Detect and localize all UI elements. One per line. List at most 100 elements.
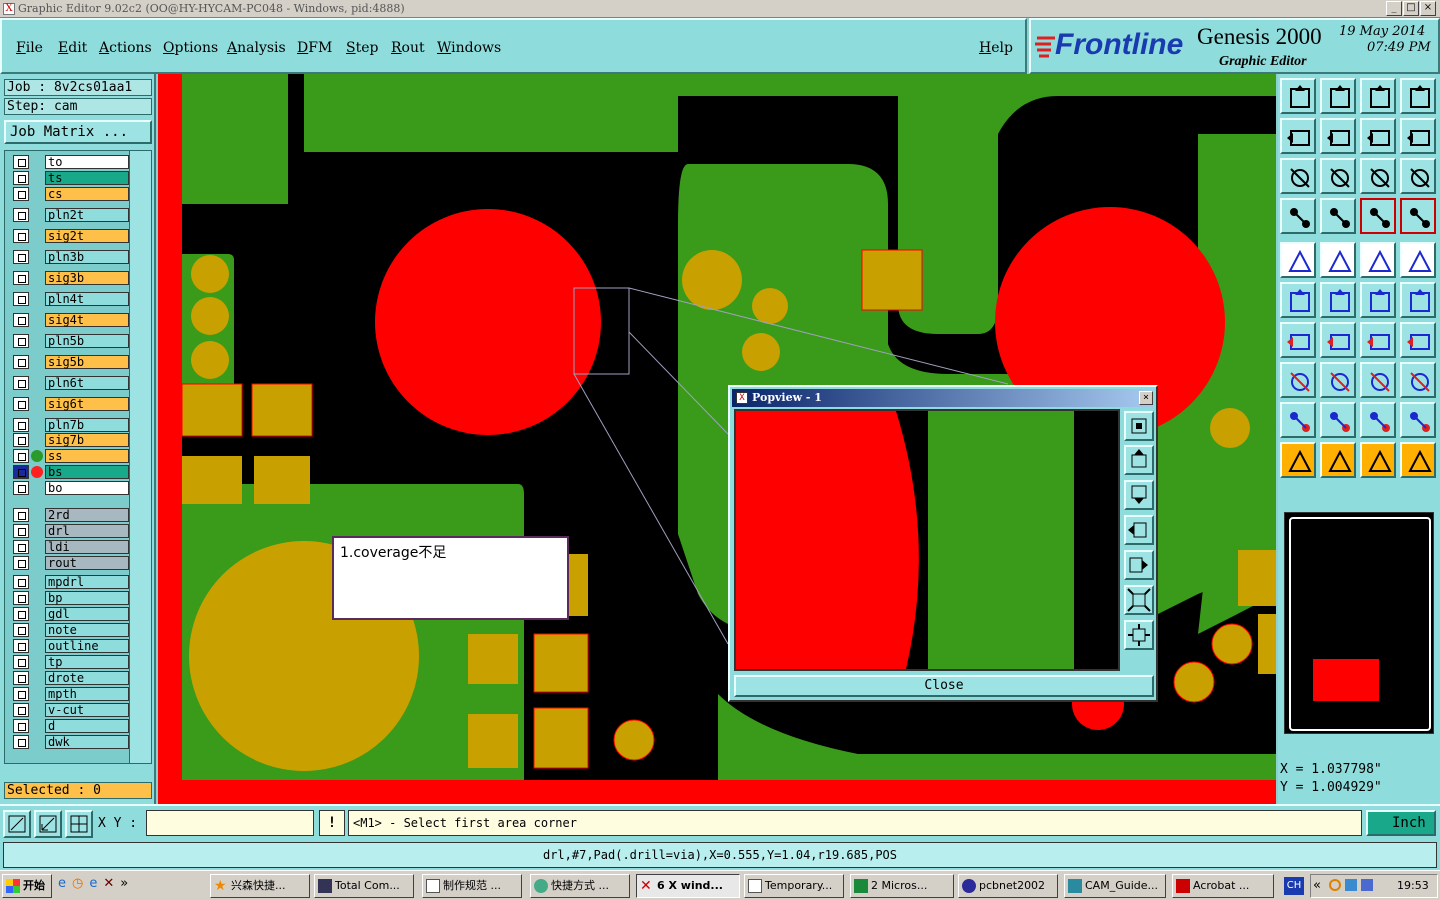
browser-icon[interactable]: e (89, 876, 103, 891)
layer-name[interactable]: ldi (45, 540, 129, 554)
layer-row-note[interactable]: note (13, 623, 129, 637)
layer-checkbox[interactable] (13, 735, 29, 749)
layer-checkbox[interactable] (13, 607, 29, 621)
layer-row-2rd[interactable]: 2rd (13, 508, 129, 522)
layer-row-pln6t[interactable]: pln6t (13, 376, 129, 390)
tool-pointer-button[interactable] (1280, 442, 1316, 478)
layer-checkbox[interactable] (13, 524, 29, 538)
layer-name[interactable]: sig2t (45, 229, 129, 243)
task-total-commander[interactable]: Total Com... (314, 874, 414, 898)
layer-list-scrollbar[interactable] (129, 151, 151, 763)
minimize-button[interactable]: _ (1386, 1, 1402, 16)
layer-checkbox[interactable] (13, 540, 29, 554)
layer-name[interactable]: bp (45, 591, 129, 605)
tool-page-left-button[interactable] (1280, 118, 1316, 154)
tool-snap-point-button[interactable] (1280, 362, 1316, 398)
menu-rout[interactable]: Rout (391, 40, 425, 56)
unit-selector[interactable]: Inch (1366, 810, 1436, 836)
tool-angle-button[interactable] (1280, 322, 1316, 358)
layer-row-gdl[interactable]: gdl (13, 607, 129, 621)
layer-name[interactable]: sig4t (45, 313, 129, 327)
tool-home-button[interactable] (1360, 78, 1396, 114)
task-xingsen[interactable]: ★ 兴森快捷... (210, 874, 310, 898)
layer-name[interactable]: bs (45, 465, 129, 479)
tray-monitor-icon[interactable] (1361, 879, 1373, 891)
tool-add-surface-button[interactable] (1400, 242, 1436, 278)
layer-checkbox[interactable] (13, 418, 29, 432)
layer-row-bo[interactable]: bo (13, 481, 129, 495)
popview-close-icon[interactable]: × (1139, 391, 1153, 405)
layer-row-sig4t[interactable]: sig4t (13, 313, 129, 327)
menu-step[interactable]: Step (346, 40, 378, 56)
layer-checkbox[interactable] (13, 229, 29, 243)
layer-name[interactable]: sig6t (45, 397, 129, 411)
tool-triangle-edit-button[interactable] (1360, 402, 1396, 438)
popview-pan-up-button[interactable] (1124, 445, 1154, 475)
tool-copy-button[interactable] (1400, 362, 1436, 398)
tool-query-button[interactable] (1400, 158, 1436, 194)
layer-row-ts[interactable]: ts (13, 171, 129, 185)
layer-checkbox[interactable] (13, 655, 29, 669)
maximize-button[interactable]: □ (1403, 1, 1419, 16)
tool-window-split-button[interactable] (1400, 78, 1436, 114)
menu-edit[interactable]: Edit (58, 40, 87, 56)
start-button[interactable]: 开始 (2, 874, 52, 898)
layer-checkbox[interactable] (13, 687, 29, 701)
close-window-button[interactable]: × (1420, 1, 1436, 16)
layer-checkbox[interactable] (13, 465, 29, 479)
layer-row-tp[interactable]: tp (13, 655, 129, 669)
layer-checkbox[interactable] (13, 313, 29, 327)
job-matrix-button[interactable]: Job Matrix ... (4, 120, 152, 144)
tray-clock-icon[interactable] (1329, 879, 1341, 891)
layer-row-sig7b[interactable]: sig7b (13, 433, 129, 447)
layer-row-ldi[interactable]: ldi (13, 540, 129, 554)
tray-network-icon[interactable] (1345, 879, 1357, 891)
layer-row-d[interactable]: d (13, 719, 129, 733)
tool-page-up-button[interactable] (1280, 78, 1316, 114)
task-acrobat[interactable]: Acrobat ... (1172, 874, 1274, 898)
layer-checkbox[interactable] (13, 397, 29, 411)
layer-name[interactable]: sig3b (45, 271, 129, 285)
task-spec[interactable]: 制作规范 ... (422, 874, 522, 898)
layer-name[interactable]: mpth (45, 687, 129, 701)
tool-arc-button[interactable] (1360, 322, 1396, 358)
task-temporary[interactable]: Temporary... (744, 874, 844, 898)
layer-name[interactable]: drl (45, 524, 129, 538)
tool-grid-button[interactable] (1320, 198, 1356, 234)
menu-file[interactable]: File (16, 40, 43, 56)
layer-row-ss[interactable]: ss (13, 449, 129, 463)
layer-name[interactable]: drote (45, 671, 129, 685)
layer-name[interactable]: rout (45, 556, 129, 570)
layer-name[interactable]: sig7b (45, 433, 129, 447)
layer-checkbox[interactable] (13, 187, 29, 201)
layer-name[interactable]: outline (45, 639, 129, 653)
layer-row-v-cut[interactable]: v-cut (13, 703, 129, 717)
layer-name[interactable]: bo (45, 481, 129, 495)
tool-add-pad-button[interactable] (1280, 242, 1316, 278)
ie-icon[interactable]: e (58, 876, 72, 891)
tool-page-down-button[interactable] (1320, 78, 1356, 114)
x-app-icon[interactable]: ✕ (103, 876, 120, 891)
layer-row-sig3b[interactable]: sig3b (13, 271, 129, 285)
task-cam-guide[interactable]: CAM_Guide... (1064, 874, 1166, 898)
layer-row-drl[interactable]: drl (13, 524, 129, 538)
tray-expand-icon[interactable]: « (1313, 878, 1321, 893)
popview-pan-right-button[interactable] (1124, 550, 1154, 580)
layer-row-mpth[interactable]: mpth (13, 687, 129, 701)
popview-pan-left-button[interactable] (1124, 515, 1154, 545)
layer-name[interactable]: note (45, 623, 129, 637)
popview-zoom-home-button[interactable] (1124, 411, 1154, 441)
tool-net-select-button[interactable] (1400, 198, 1436, 234)
layer-name[interactable]: to (45, 155, 129, 169)
layer-checkbox[interactable] (13, 155, 29, 169)
menu-actions[interactable]: Actions (99, 40, 152, 56)
tool-connect-nodes-button[interactable] (1280, 282, 1316, 318)
layer-name[interactable]: gdl (45, 607, 129, 621)
menu-options[interactable]: Options (163, 40, 218, 56)
overview-viewport[interactable] (1313, 659, 1379, 701)
layer-checkbox[interactable] (13, 575, 29, 589)
layer-checkbox[interactable] (13, 292, 29, 306)
layer-row-sig5b[interactable]: sig5b (13, 355, 129, 369)
layer-name[interactable]: sig5b (45, 355, 129, 369)
layer-row-pln3b[interactable]: pln3b (13, 250, 129, 264)
